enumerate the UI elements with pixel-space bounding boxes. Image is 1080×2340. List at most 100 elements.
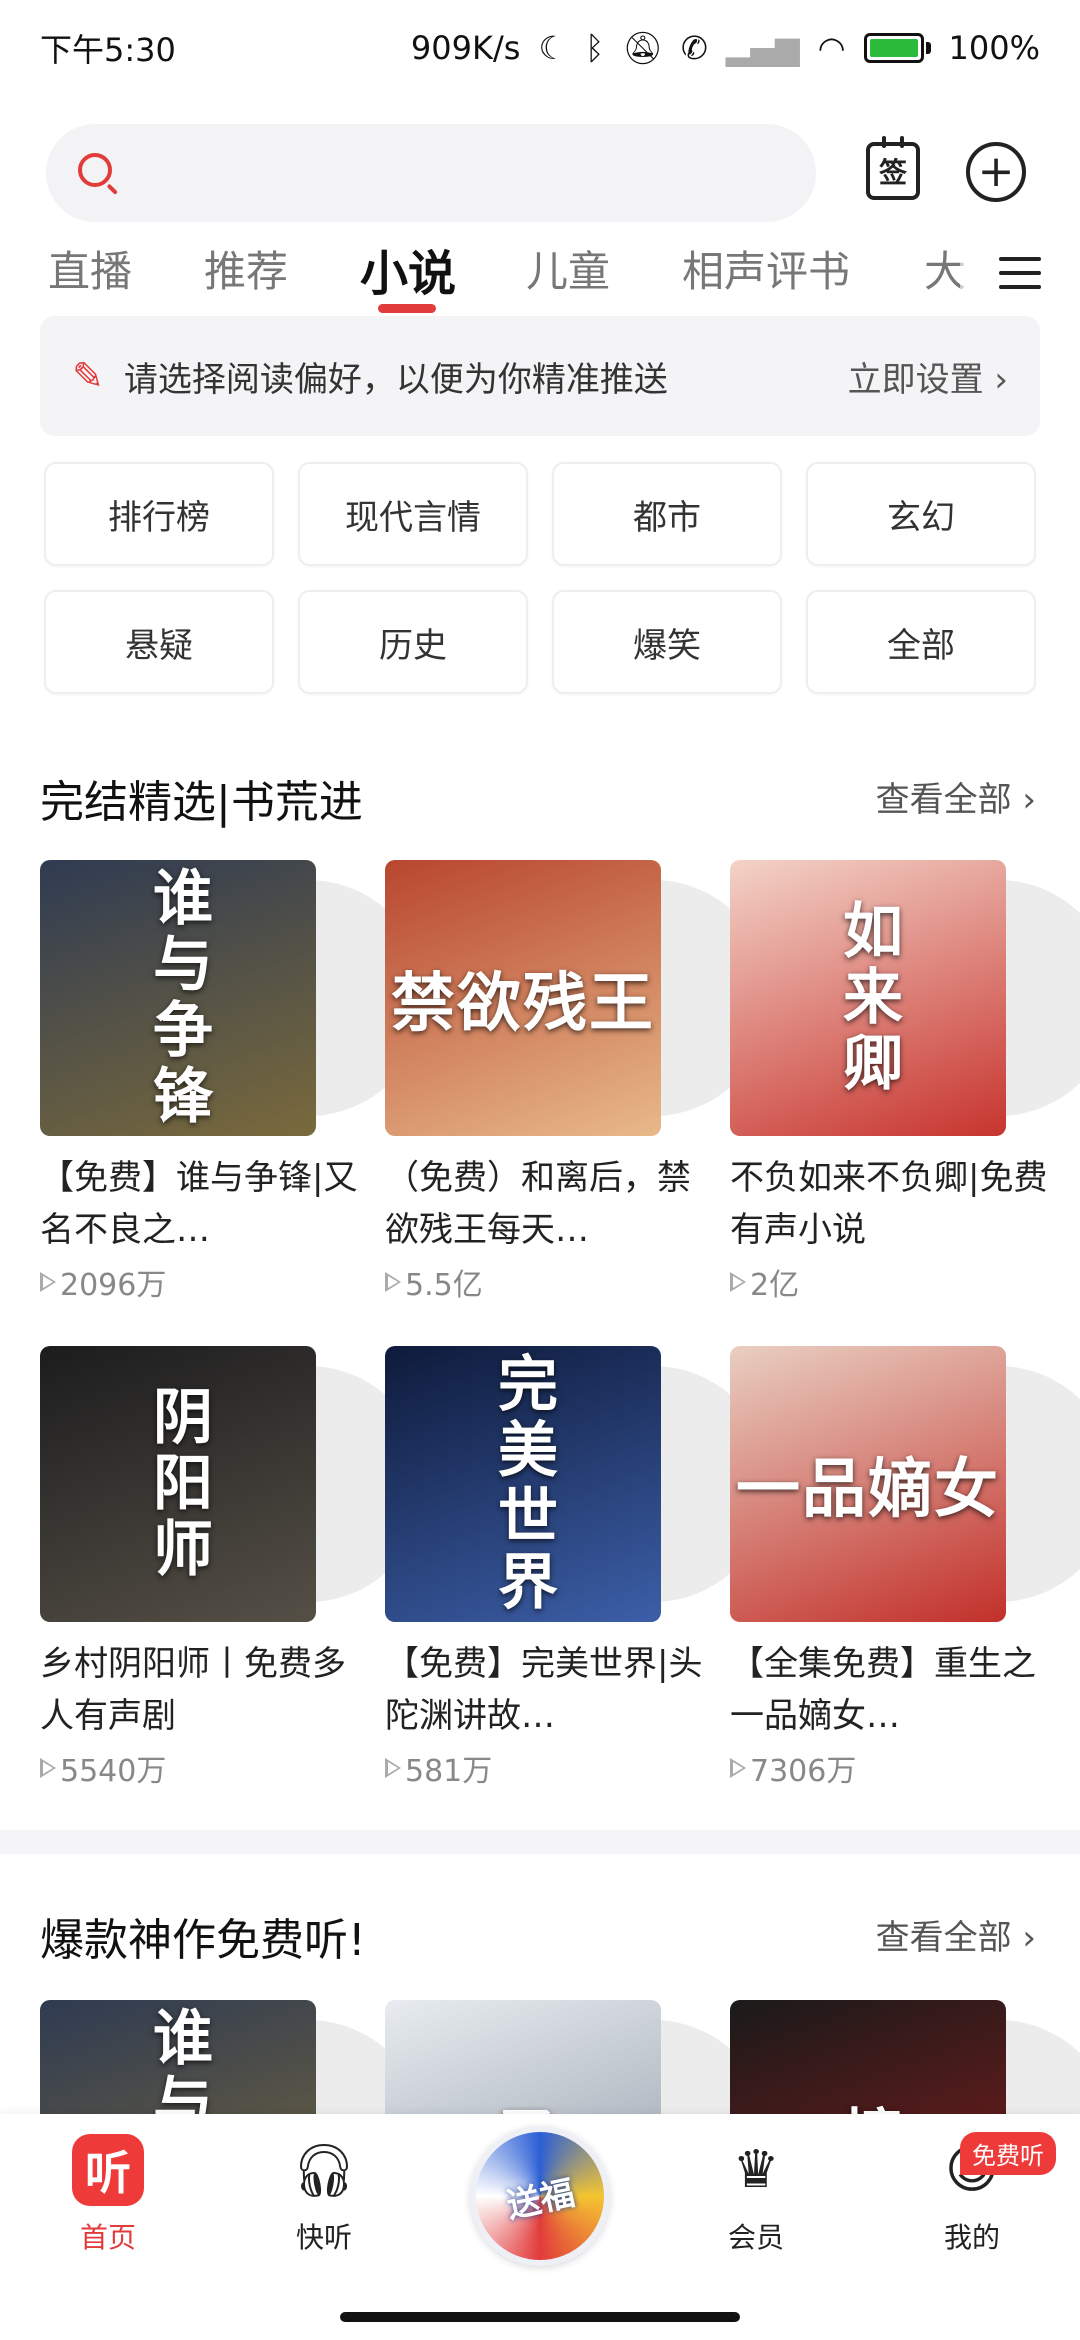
cover-wrap[interactable]: 禁欲残王 — [385, 860, 771, 1136]
tab-novel[interactable]: 小说 — [360, 234, 456, 304]
book-card[interactable]: 阴阳师乡村阴阳师丨免费多人有声剧 5540万 — [40, 1346, 426, 1790]
book-cover[interactable]: 如来卿 — [730, 860, 1006, 1136]
preference-setup-link[interactable]: 立即设置 › — [848, 352, 1008, 401]
book-card[interactable]: 一品嫡女【全集免费】重生之一品嫡女… 7306万 — [730, 1346, 1080, 1790]
preference-banner[interactable]: ✎ 请选择阅读偏好，以便为你精准推送 立即设置 › — [40, 316, 1040, 436]
category-all[interactable]: 全部 — [806, 590, 1036, 694]
crown-icon: ♛ — [732, 2140, 780, 2200]
category-modern-romance[interactable]: 现代言情 — [298, 462, 528, 566]
category-ranking[interactable]: 排行榜 — [44, 462, 274, 566]
book-title: （免费）和离后，禁欲残王每天… — [385, 1158, 691, 1250]
search-icon — [76, 151, 120, 195]
category-grid: 排行榜 现代言情 都市 玄幻 悬疑 历史 爆笑 全部 — [44, 462, 1038, 694]
category-fantasy[interactable]: 玄幻 — [806, 462, 1036, 566]
nav-profile-label: 我的 — [943, 2221, 1000, 2254]
category-tabs: 直播 推荐 小说 儿童 相声评书 大 — [0, 228, 1080, 318]
book-cover[interactable]: 一品嫡女 — [730, 1346, 1006, 1622]
nav-vip[interactable]: ♛ 会员 — [666, 2134, 846, 2256]
cover-wrap[interactable]: 阴阳师 — [40, 1346, 426, 1622]
book-card[interactable]: 完美世界【免费】完美世界|头陀渊讲故… 581万 — [385, 1346, 771, 1790]
free-listen-badge: 免费听 — [960, 2132, 1056, 2175]
moon-icon: ☾ — [538, 29, 568, 67]
play-count: 5.5亿 — [385, 1260, 695, 1304]
cover-title: 一品嫡女 — [736, 1452, 1000, 1527]
book-cover[interactable]: 完美世界 — [385, 1346, 661, 1622]
tab-recommend[interactable]: 推荐 — [204, 238, 288, 299]
signal-icon: ▂▄▆ — [725, 29, 800, 67]
view-all-link-2[interactable]: 查看全部 › — [876, 1910, 1036, 1959]
play-count-value: 581万 — [405, 1754, 493, 1789]
battery-icon — [863, 33, 931, 63]
cover-wrap[interactable]: 如来卿 — [730, 860, 1080, 1136]
category-history[interactable]: 历史 — [298, 590, 528, 694]
bluetooth-icon: ᛒ — [585, 29, 605, 67]
book-cover[interactable]: 禁欲残王 — [385, 860, 661, 1136]
cover-wrap[interactable]: 一品嫡女 — [730, 1346, 1080, 1622]
book-title: 【免费】完美世界|头陀渊讲故… — [385, 1644, 703, 1736]
book-title: 不负如来不负卿|免费有声小说 — [730, 1158, 1048, 1250]
section-title: 完结精选|书荒进 — [40, 777, 363, 828]
category-mystery[interactable]: 悬疑 — [44, 590, 274, 694]
book-title: 【全集免费】重生之一品嫡女… — [730, 1644, 1036, 1736]
bottom-nav: 听 首页 🎧︎ 快听 送福 ♛ 会员 ☺ 我的 免费听 — [0, 2114, 1080, 2340]
center-play-disc[interactable]: 送福 — [470, 2126, 610, 2266]
play-count: 2亿 — [730, 1260, 1040, 1304]
nav-quick-listen[interactable]: 🎧︎ 快听 — [234, 2134, 414, 2256]
menu-icon — [999, 257, 1041, 289]
wifi-icon: ◠ — [817, 29, 846, 67]
play-icon — [730, 1758, 746, 1778]
book-card[interactable]: 如来卿不负如来不负卿|免费有声小说 2亿 — [730, 860, 1080, 1304]
preference-text: 请选择阅读偏好，以便为你精准推送 — [123, 359, 668, 400]
active-tab-indicator — [378, 304, 436, 313]
sign-label: 签 — [878, 156, 907, 189]
play-icon — [385, 1758, 401, 1778]
cover-title: 完美世界 — [487, 1352, 558, 1616]
play-count: 7306万 — [730, 1746, 1040, 1790]
category-urban[interactable]: 都市 — [552, 462, 782, 566]
nav-home[interactable]: 听 首页 — [18, 2134, 198, 2256]
book-card[interactable]: 谁与争锋 【免费】谁与争锋|又名不良之… 2096万 — [40, 860, 426, 1304]
section-title-2: 爆款神作免费听! — [40, 1915, 366, 1966]
status-bar: 下午5:30 909K/s ☾ ᛒ 🔕︎ ✆ ▂▄▆ ◠ 100% — [0, 0, 1080, 96]
section-divider — [0, 1830, 1080, 1854]
book-card[interactable]: 禁欲残王 （免费）和离后，禁欲残王每天… 5.5亿 — [385, 860, 771, 1304]
tab-crosstalk[interactable]: 相声评书 — [682, 238, 850, 299]
play-count-value: 5.5亿 — [405, 1268, 483, 1303]
cover-wrap[interactable]: 谁与争锋 — [40, 860, 426, 1136]
pen-icon: ✎ — [72, 354, 104, 398]
play-icon — [730, 1272, 746, 1292]
play-icon — [40, 1758, 56, 1778]
center-disc-label: 送福 — [503, 2172, 579, 2227]
add-button[interactable]: + — [966, 142, 1026, 202]
view-all-link[interactable]: 查看全部 › — [876, 772, 1036, 821]
cover-wrap[interactable]: 完美世界 — [385, 1346, 771, 1622]
book-cover[interactable]: 谁与争锋 — [40, 860, 316, 1136]
sign-in-button[interactable]: 签 — [866, 136, 920, 200]
cover-title: 谁与争锋 — [142, 866, 213, 1130]
play-count-value: 2亿 — [750, 1268, 800, 1303]
play-icon — [385, 1272, 401, 1292]
tabs-menu-button[interactable] — [960, 228, 1080, 318]
play-count: 5540万 — [40, 1746, 350, 1790]
plus-icon: + — [977, 146, 1015, 197]
mute-icon: 🔕︎ — [622, 29, 663, 67]
battery-percent: 100% — [948, 29, 1040, 67]
play-count: 2096万 — [40, 1260, 350, 1304]
cover-title: 如来卿 — [832, 899, 903, 1097]
cover-title: 阴阳师 — [142, 1385, 213, 1583]
tab-children[interactable]: 儿童 — [526, 238, 610, 299]
headphone-icon: 🎧︎ — [290, 2140, 357, 2201]
tab-live[interactable]: 直播 — [48, 238, 132, 299]
nav-quick-listen-label: 快听 — [295, 2221, 352, 2254]
play-count: 581万 — [385, 1746, 695, 1790]
header: 签 + — [46, 124, 1050, 222]
nav-home-label: 首页 — [79, 2221, 136, 2254]
book-cover[interactable]: 阴阳师 — [40, 1346, 316, 1622]
category-comedy[interactable]: 爆笑 — [552, 590, 782, 694]
search-input[interactable] — [46, 124, 816, 222]
book-title: 乡村阴阳师丨免费多人有声剧 — [40, 1644, 346, 1736]
net-speed: 909K/s — [410, 29, 521, 67]
status-icons: 909K/s ☾ ᛒ 🔕︎ ✆ ▂▄▆ ◠ 100% — [411, 29, 1040, 67]
status-time: 下午5:30 — [40, 31, 176, 69]
no-call-icon: ✆ — [680, 29, 708, 67]
